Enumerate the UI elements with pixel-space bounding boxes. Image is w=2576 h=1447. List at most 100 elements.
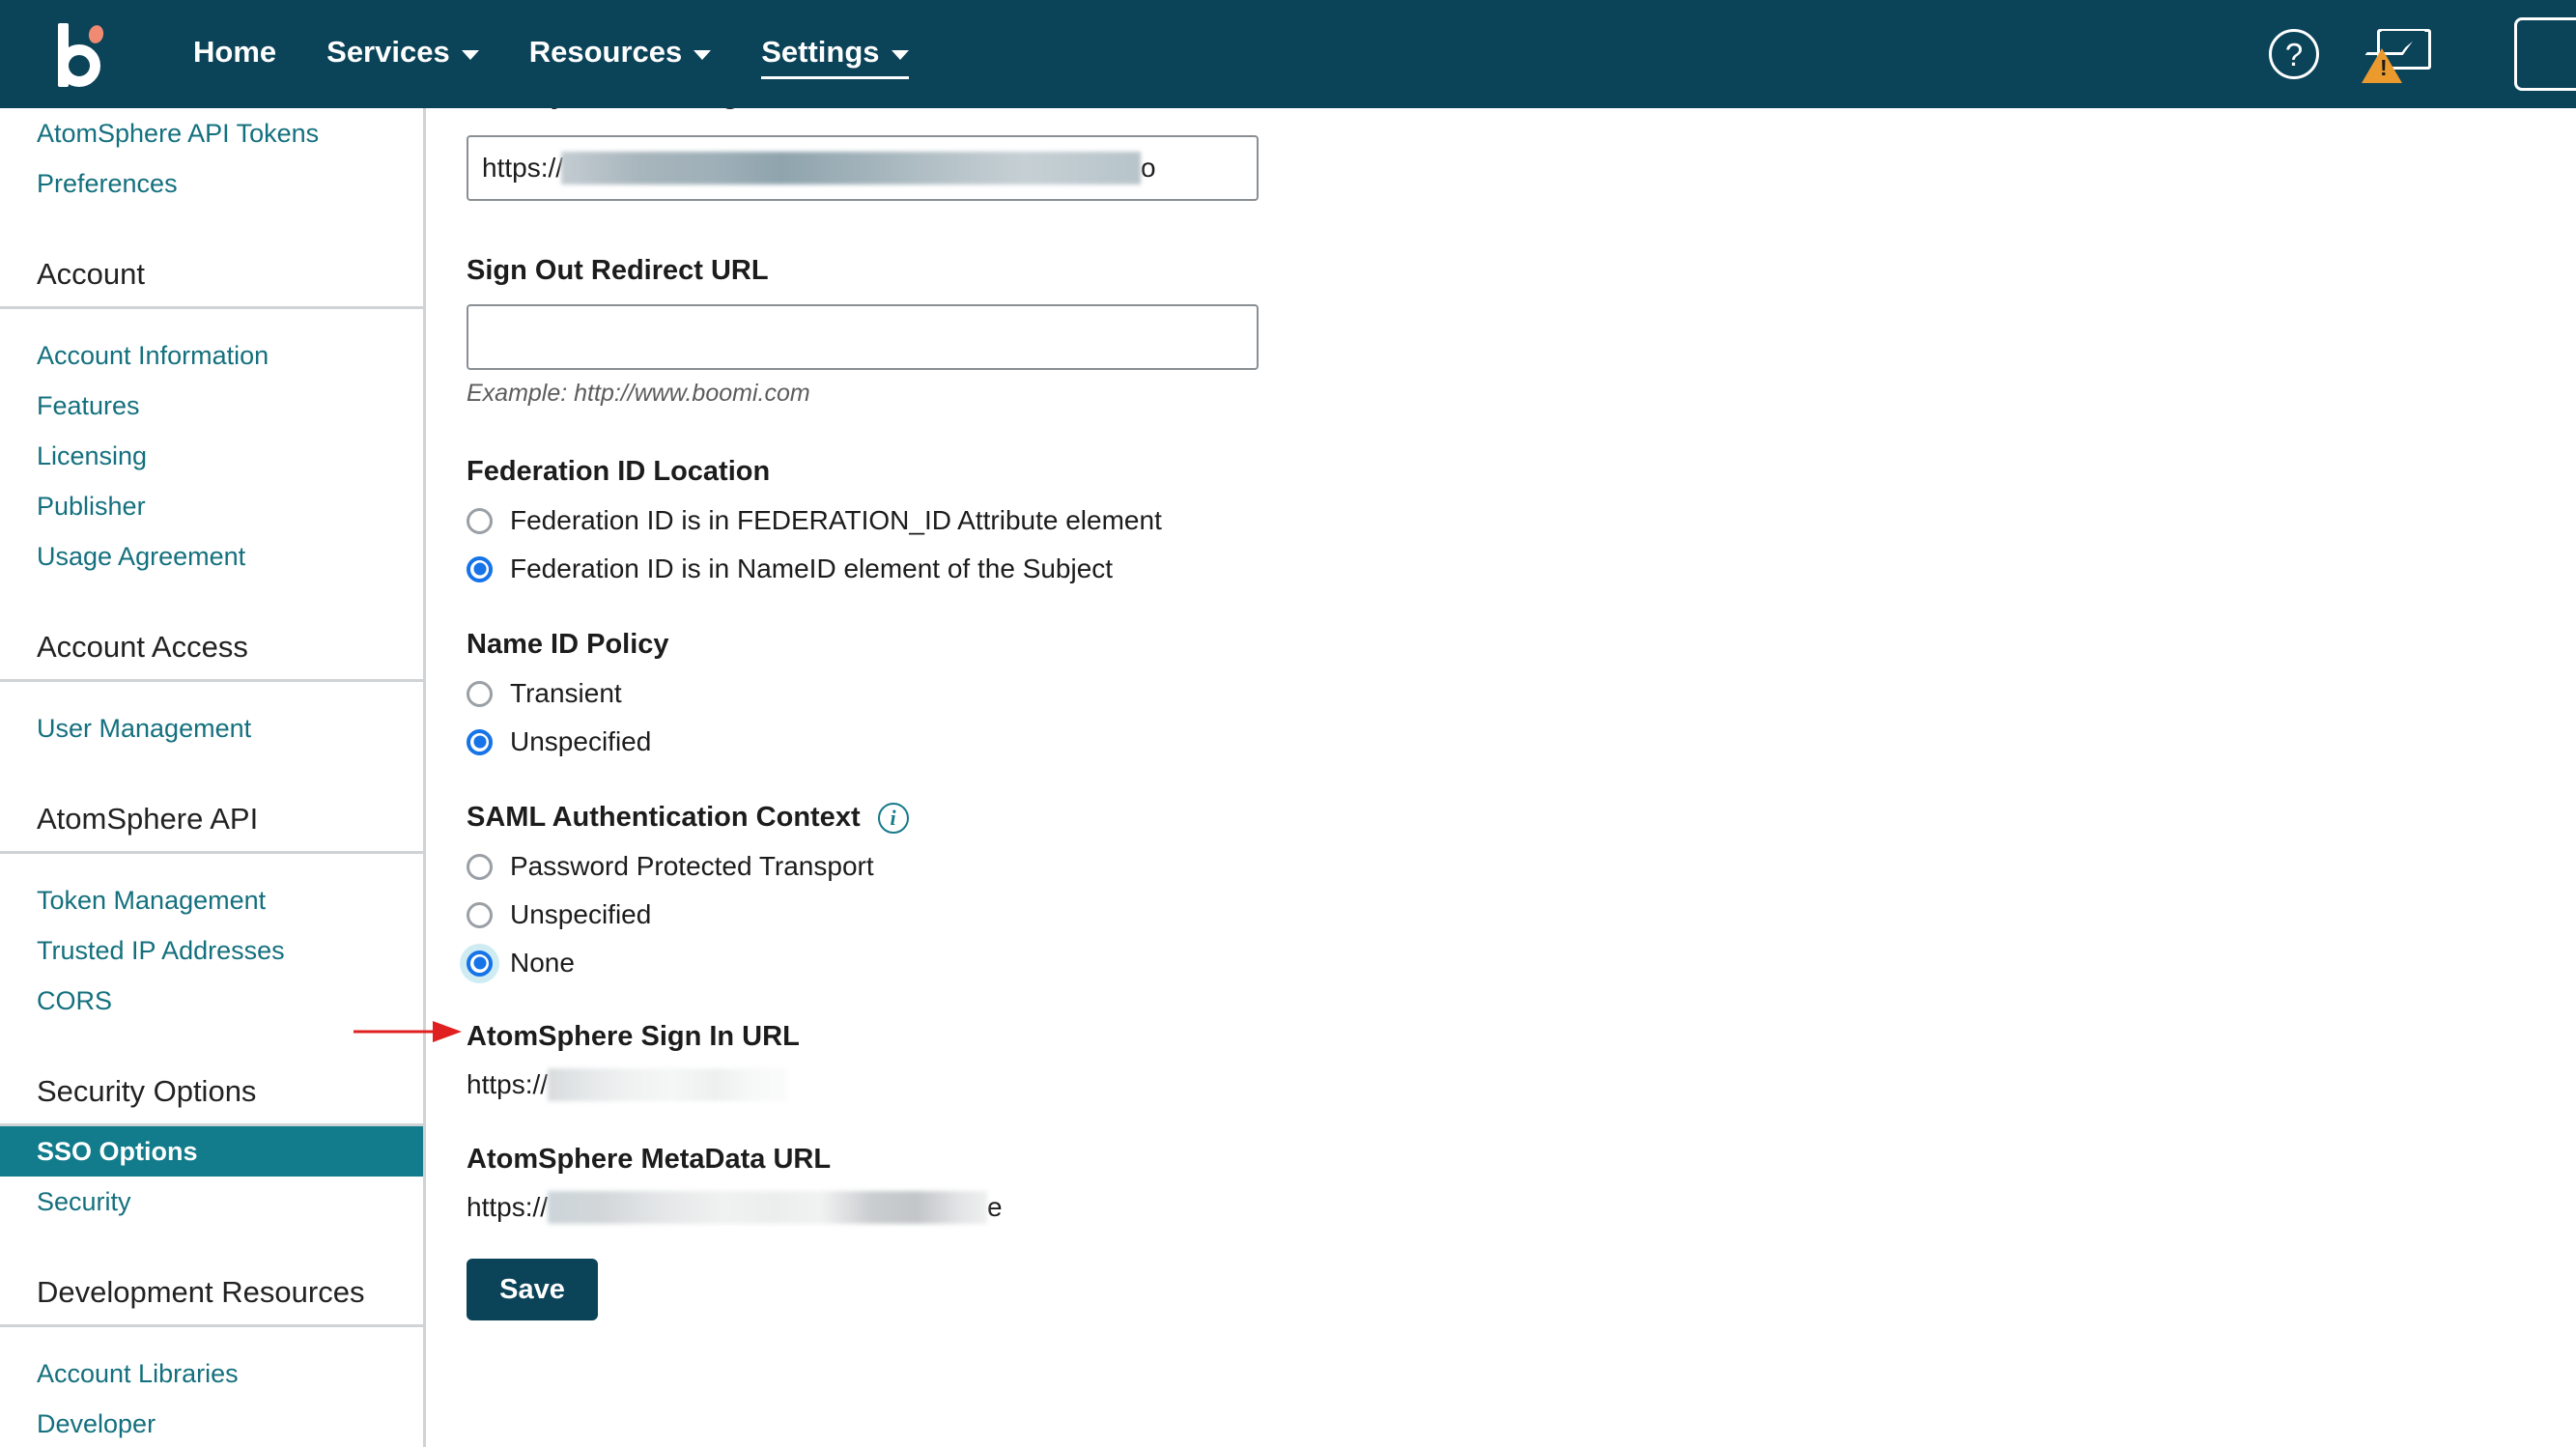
sso-options-form: https:// o Sign Out Redirect URL Example… [426,108,2576,1447]
chevron-down-icon [694,49,712,60]
sidebar-item-trusted-ip-addresses[interactable]: Trusted IP Addresses [0,925,423,976]
radio-button[interactable] [467,680,493,707]
radio-button[interactable] [467,853,493,880]
sidebar-item-label: Licensing [37,440,148,470]
sidebar-item-label: CORS [37,985,113,1015]
nav-item-services[interactable]: Services [301,29,504,79]
redacted-value [561,152,1142,184]
atomsphere-sign-in-url-value: https:// [467,1068,2576,1101]
sign-out-redirect-url-label: Sign Out Redirect URL [467,255,769,286]
radio-button-selected[interactable] [467,728,493,755]
sidebar-item-usage-agreement[interactable]: Usage Agreement [0,531,423,582]
annotation-arrow [354,1021,462,1042]
sidebar-item-label: Token Management [37,885,267,915]
messages-icon[interactable]: ! [2362,27,2431,83]
nav-item-resources[interactable]: Resources [504,29,737,79]
sidebar-item-label: Account Information [37,340,269,370]
chevron-down-icon [891,49,909,60]
atomsphere-metadata-url-label: AtomSphere MetaData URL [467,1144,832,1175]
sidebar-item-label: Usage Agreement [37,541,246,571]
sidebar-item-sso-options[interactable]: SSO Options [0,1126,423,1177]
top-navigation-bar: Home Services Resources Settings ? ! [0,0,2576,108]
sign-out-redirect-url-input-wrapper[interactable] [467,304,1259,370]
settings-sidebar[interactable]: AtomSphere API Tokens Preferences Accoun… [0,108,426,1447]
radio-label: None [510,948,575,978]
sidebar-item-label: AtomSphere API Tokens [37,118,320,148]
save-button[interactable]: Save [467,1259,598,1320]
name-id-policy-label: Name ID Policy [467,629,669,660]
account-menu-button[interactable] [2514,17,2576,91]
sidebar-item-security[interactable]: Security [0,1177,423,1227]
nav-item-settings[interactable]: Settings [736,29,933,79]
saml-option-unspecified[interactable]: Unspecified [467,899,2576,930]
header-actions: ? ! [2269,17,2576,91]
primary-nav: Home Services Resources Settings [168,29,934,79]
sidebar-heading-account-access: Account Access [0,614,423,682]
radio-label: Federation ID is in NameID element of th… [510,553,1114,583]
federation-id-option-nameid-subject[interactable]: Federation ID is in NameID element of th… [467,553,2576,584]
federation-id-location-label: Federation ID Location [467,456,771,487]
sidebar-item-label: Security [37,1186,131,1216]
idp-url-prefix: https:// [482,153,564,183]
sidebar-heading-security-options: Security Options [0,1059,423,1126]
name-id-policy-option-transient[interactable]: Transient [467,678,2576,709]
sidebar-item-features[interactable]: Features [0,381,423,431]
sidebar-item-label: Developer [37,1408,156,1438]
sign-in-url-prefix: https:// [467,1069,549,1099]
radio-button[interactable] [467,507,493,534]
sidebar-heading-development-resources: Development Resources [0,1260,423,1327]
sidebar-item-licensing[interactable]: Licensing [0,431,423,481]
federation-id-option-attribute-element[interactable]: Federation ID is in FEDERATION_ID Attrib… [467,505,2576,536]
radio-label: Unspecified [510,726,652,756]
saml-auth-context-label: SAML Authentication Context [467,802,861,833]
sidebar-item-user-management[interactable]: User Management [0,703,423,753]
metadata-url-prefix: https:// [467,1192,549,1222]
sidebar-item-developer[interactable]: Developer [0,1399,423,1447]
info-icon[interactable]: i [877,802,909,834]
sidebar-item-label: Features [37,390,140,420]
nav-item-home-label: Home [193,35,277,69]
sidebar-item-label: SSO Options [37,1136,198,1166]
help-icon[interactable]: ? [2269,29,2319,79]
sidebar-item-account-libraries[interactable]: Account Libraries [0,1348,423,1399]
radio-button[interactable] [467,901,493,928]
saml-option-password-protected-transport[interactable]: Password Protected Transport [467,851,2576,882]
logo-bowl [58,44,100,87]
radio-label: Federation ID is in FEDERATION_ID Attrib… [510,505,1162,535]
envelope-flap-icon [2381,31,2425,49]
atomsphere-sign-in-url-label: AtomSphere Sign In URL [467,1021,800,1052]
nav-item-home[interactable]: Home [168,29,301,79]
sidebar-item-token-management[interactable]: Token Management [0,875,423,925]
sidebar-item-account-information[interactable]: Account Information [0,330,423,381]
radio-label: Unspecified [510,899,652,929]
name-id-policy-option-unspecified[interactable]: Unspecified [467,726,2576,757]
boomi-logo[interactable] [50,19,110,89]
radio-label: Password Protected Transport [510,851,874,881]
metadata-url-suffix: e [987,1192,1003,1222]
sidebar-item-label: User Management [37,713,252,743]
saml-option-none[interactable]: None [467,948,2576,979]
sidebar-heading-account: Account [0,241,423,309]
sidebar-heading-atomsphere-api: AtomSphere API [0,786,423,854]
sidebar-item-preferences[interactable]: Preferences [0,158,423,209]
sidebar-item-publisher[interactable]: Publisher [0,481,423,531]
redacted-value [548,1068,788,1101]
idp-sign-in-url-input[interactable]: https:// o [467,135,1259,201]
warning-exclamation-glyph: ! [2380,55,2388,80]
sidebar-item-label: Preferences [37,168,178,198]
idp-url-suffix: o [1141,153,1156,183]
sidebar-item-label: Trusted IP Addresses [37,935,285,965]
radio-button-selected[interactable] [467,950,493,977]
sidebar-item-atomsphere-api-tokens[interactable]: AtomSphere API Tokens [0,108,423,158]
radio-button-selected[interactable] [467,555,493,582]
atomsphere-metadata-url-value: https:// e [467,1191,2576,1224]
sign-out-redirect-url-input[interactable] [482,322,1243,353]
sign-out-redirect-url-hint: Example: http://www.boomi.com [467,380,810,407]
redacted-value [548,1191,988,1224]
